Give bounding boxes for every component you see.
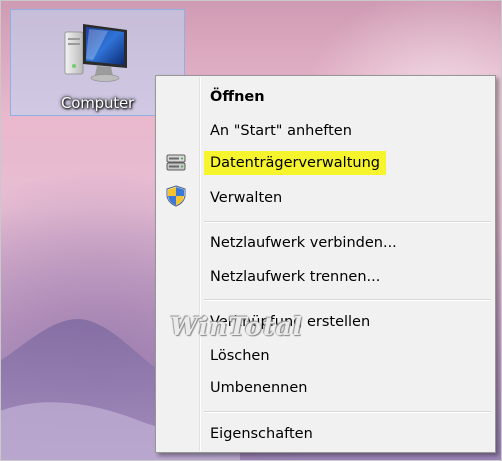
menu-item-delete[interactable]: Löschen xyxy=(204,344,276,368)
menu-separator xyxy=(204,411,491,413)
menu-item-open[interactable]: Öffnen xyxy=(204,85,271,109)
menu-item-map-network-drive[interactable]: Netzlaufwerk verbinden... xyxy=(204,231,403,255)
disk-management-icon xyxy=(166,154,186,171)
menu-item-disconnect-network-drive[interactable]: Netzlaufwerk trennen... xyxy=(204,265,386,289)
menu-separator xyxy=(204,299,491,301)
menu-item-pin-to-start[interactable]: An "Start" anheften xyxy=(204,119,358,143)
menu-separator xyxy=(204,221,491,223)
menu-icon-column xyxy=(157,77,199,451)
menu-icon-column-divider xyxy=(199,77,201,451)
computer-icon xyxy=(64,24,127,82)
uac-shield-icon xyxy=(166,185,186,207)
menu-item-rename[interactable]: Umbenennen xyxy=(204,376,313,400)
menu-item-manage[interactable]: Verwalten xyxy=(204,186,288,210)
menu-item-disk-management[interactable]: Datenträgerverwaltung xyxy=(204,151,386,175)
context-menu: Öffnen An "Start" anheften Datenträgerve… xyxy=(155,75,496,453)
menu-item-properties[interactable]: Eigenschaften xyxy=(204,422,319,446)
menu-item-create-shortcut[interactable]: Verknüpfung erstellen xyxy=(204,310,376,334)
